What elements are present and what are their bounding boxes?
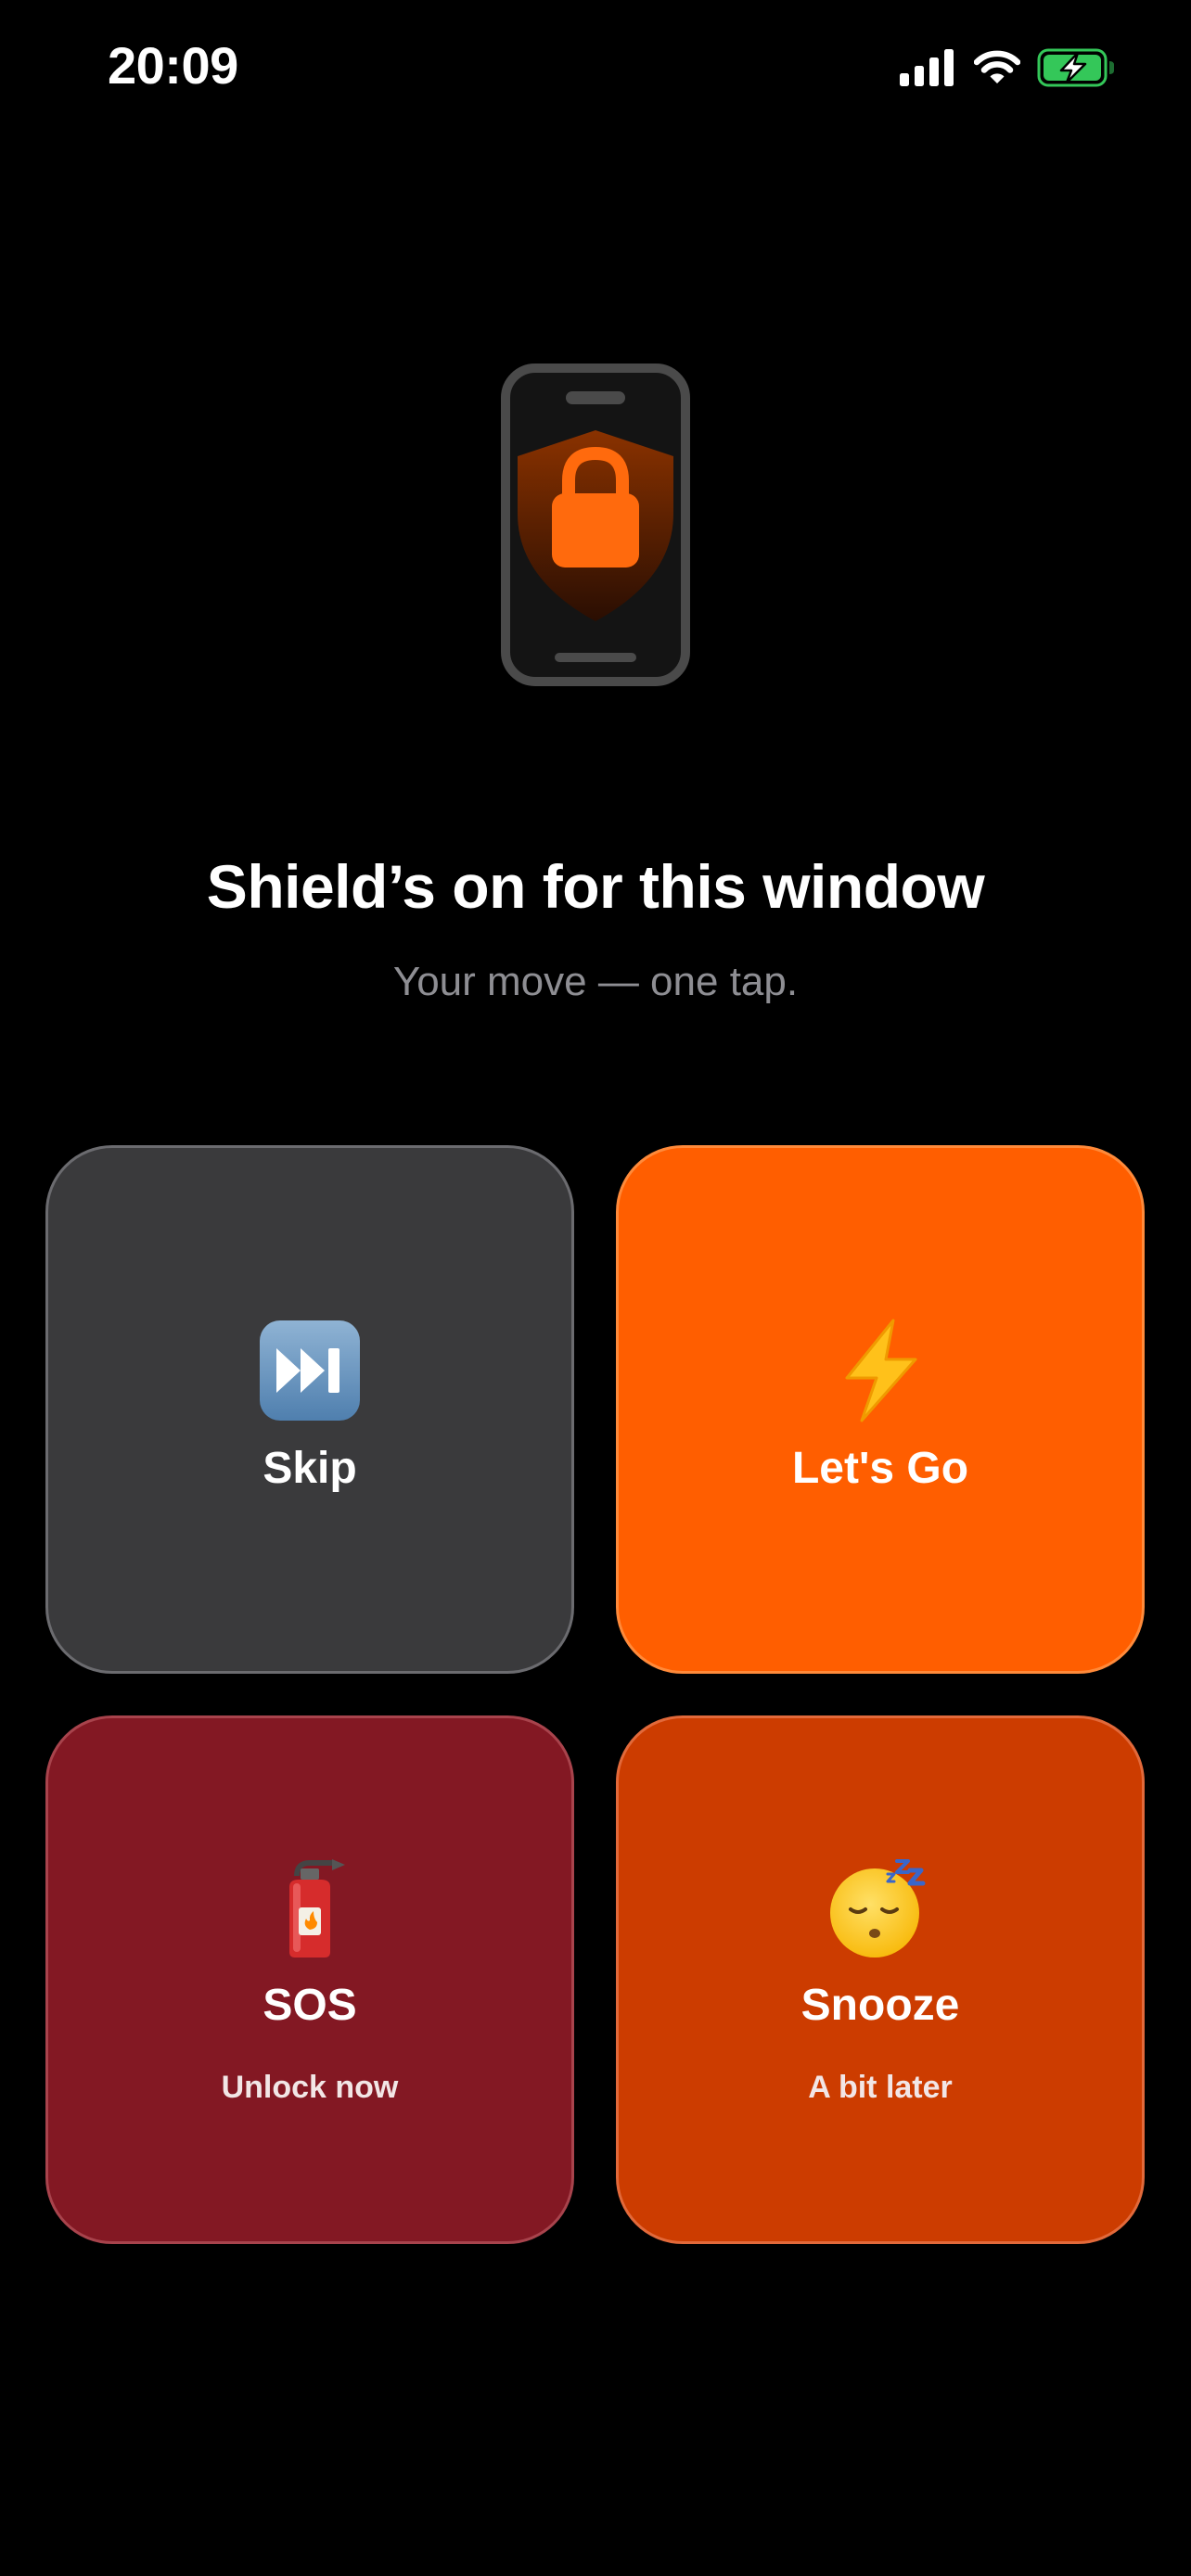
fire-extinguisher-icon [289,1859,345,1958]
battery-charging-icon [1037,48,1114,87]
lets-go-label: Let's Go [791,1444,969,1493]
status-time: 20:09 [108,36,238,95]
page-title: Shield’s on for this window [206,852,985,921]
wifi-icon [974,50,1020,83]
lightning-icon [845,1319,917,1422]
sos-button[interactable]: SOS Unlock now [45,1715,574,2244]
skip-label: Skip [263,1444,357,1493]
phone-shield-lock-icon [501,363,690,686]
page-subtitle: Your move — one tap. [392,959,799,1004]
snooze-sublabel: A bit later [808,2070,953,2105]
sos-sublabel: Unlock now [221,2070,399,2105]
snooze-button[interactable]: Snooze A bit later [616,1715,1145,2244]
fast-forward-icon [260,1320,360,1421]
status-bar: 20:09 [0,0,1191,139]
signal-icon [900,49,954,86]
status-icons [900,46,1115,89]
snooze-label: Snooze [800,1981,960,2030]
lets-go-button[interactable]: Let's Go [616,1145,1145,1674]
sleeping-face-icon [830,1859,926,1958]
skip-button[interactable]: Skip [45,1145,574,1674]
sos-label: SOS [263,1981,357,2030]
